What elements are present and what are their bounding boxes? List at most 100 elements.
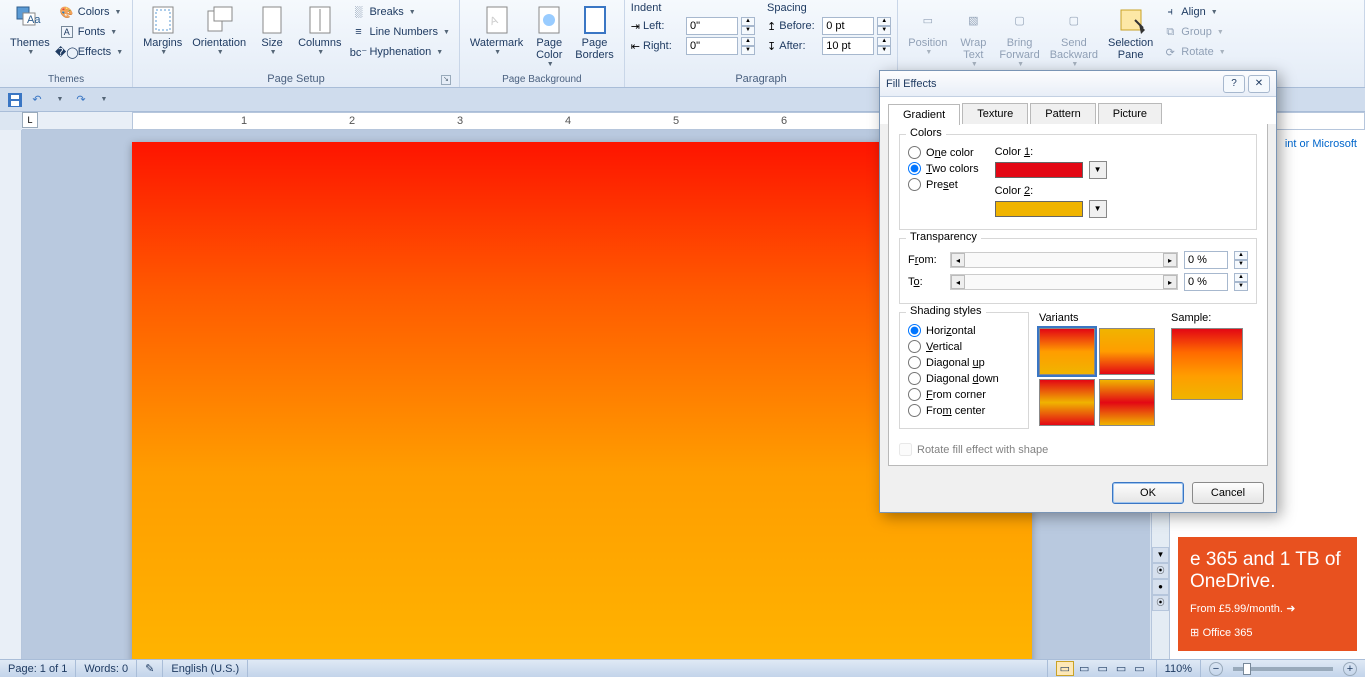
- browse-object-button[interactable]: ●: [1152, 579, 1169, 595]
- watermark-button[interactable]: AWatermark▼: [466, 2, 527, 58]
- dialog-titlebar[interactable]: Fill Effects ? ✕: [880, 71, 1276, 97]
- tab-gradient[interactable]: Gradient: [888, 104, 960, 125]
- color1-swatch[interactable]: [995, 162, 1083, 178]
- save-button[interactable]: [6, 91, 24, 109]
- effects-button[interactable]: �◯Effects▼: [56, 42, 126, 62]
- zoom-slider[interactable]: [1233, 667, 1333, 671]
- indent-left-input[interactable]: [686, 17, 738, 35]
- radio-from-corner[interactable]: From corner: [908, 388, 1020, 401]
- indent-left-icon: ⇥: [631, 20, 640, 33]
- themes-label: Themes: [10, 37, 50, 49]
- themes-icon: Aa: [14, 4, 46, 36]
- color1-dropdown[interactable]: ▼: [1089, 161, 1107, 179]
- status-words[interactable]: Words: 0: [76, 660, 137, 677]
- zoom-out-button[interactable]: −: [1209, 662, 1223, 676]
- radio-diag-up[interactable]: Diagonal up: [908, 356, 1020, 369]
- svg-text:Aa: Aa: [27, 14, 41, 26]
- status-page[interactable]: Page: 1 of 1: [0, 660, 76, 677]
- columns-button[interactable]: Columns▼: [294, 2, 345, 58]
- hyphenation-button[interactable]: bc⁻Hyphenation▼: [347, 42, 452, 62]
- margins-button[interactable]: Margins▼: [139, 2, 186, 58]
- tab-picture[interactable]: Picture: [1098, 103, 1162, 124]
- hyphenation-icon: bc⁻: [350, 44, 366, 60]
- undo-menu[interactable]: ▼: [50, 91, 68, 109]
- pagesetup-launcher[interactable]: ↘: [441, 75, 451, 85]
- color2-swatch[interactable]: [995, 201, 1083, 217]
- view-web-layout[interactable]: ▭: [1094, 662, 1110, 675]
- colors-icon: 🎨: [59, 4, 75, 20]
- redo-button[interactable]: ↷: [72, 91, 90, 109]
- variant-4[interactable]: [1099, 379, 1155, 426]
- spin-down[interactable]: ▼: [741, 26, 755, 35]
- svg-text:5: 5: [673, 115, 679, 127]
- group-title-pagesetup: Page Setup: [267, 73, 325, 85]
- close-button[interactable]: ✕: [1248, 75, 1270, 93]
- radio-diag-down[interactable]: Diagonal down: [908, 372, 1020, 385]
- status-proofing[interactable]: ✎: [137, 660, 163, 677]
- breaks-button[interactable]: ░Breaks▼: [347, 2, 452, 22]
- page-borders-icon: [579, 4, 611, 36]
- next-page-button[interactable]: ⦿: [1152, 595, 1169, 611]
- office-ad[interactable]: e 365 and 1 TB of OneDrive. From £5.99/m…: [1178, 537, 1357, 651]
- view-full-screen[interactable]: ▭: [1076, 662, 1092, 675]
- columns-icon: [304, 4, 336, 36]
- spacing-after-input[interactable]: [822, 37, 874, 55]
- align-button[interactable]: ⫞Align▼: [1159, 2, 1228, 22]
- size-button[interactable]: Size▼: [252, 2, 292, 58]
- tab-pattern[interactable]: Pattern: [1030, 103, 1095, 124]
- radio-preset[interactable]: Preset: [908, 178, 979, 191]
- ruler-vertical[interactable]: [0, 130, 22, 659]
- rotate-button: ⟳Rotate▼: [1159, 42, 1228, 62]
- fill-effects-dialog: Fill Effects ? ✕ Gradient Texture Patter…: [879, 70, 1277, 513]
- prev-page-button[interactable]: ⦿: [1152, 563, 1169, 579]
- fonts-button[interactable]: AFonts▼: [56, 22, 126, 42]
- from-input[interactable]: [1184, 251, 1228, 269]
- tab-texture[interactable]: Texture: [962, 103, 1028, 124]
- ok-button[interactable]: OK: [1112, 482, 1184, 504]
- variant-2[interactable]: [1099, 328, 1155, 375]
- from-slider[interactable]: ◂▸: [950, 252, 1178, 268]
- variant-3[interactable]: [1039, 379, 1095, 426]
- to-slider[interactable]: ◂▸: [950, 274, 1178, 290]
- radio-horizontal[interactable]: Horizontal: [908, 324, 1020, 337]
- page-borders-button[interactable]: Page Borders: [571, 2, 618, 63]
- page-color-button[interactable]: Page Color▼: [529, 2, 569, 70]
- help-button[interactable]: ?: [1223, 75, 1245, 93]
- orientation-button[interactable]: Orientation▼: [188, 2, 250, 58]
- colors-button[interactable]: 🎨Colors▼: [56, 2, 126, 22]
- zoom-level[interactable]: 110%: [1157, 660, 1201, 677]
- scroll-down[interactable]: ▼: [1152, 547, 1169, 563]
- group-icon: ⧉: [1162, 24, 1178, 40]
- group-paragraph: Indent ⇥Left:▲▼ ⇤Right:▲▼ Spacing ↥Befor…: [625, 0, 898, 87]
- view-draft[interactable]: ▭: [1131, 662, 1147, 675]
- side-link[interactable]: int or Microsoft: [1285, 138, 1357, 150]
- radio-from-center[interactable]: From center: [908, 404, 1020, 417]
- view-print-layout[interactable]: ▭: [1056, 661, 1074, 676]
- spacing-before-input[interactable]: [822, 17, 874, 35]
- tab-selector[interactable]: L: [22, 112, 38, 128]
- radio-two-colors[interactable]: Two colors: [908, 162, 979, 175]
- proofing-icon: ✎: [145, 662, 154, 675]
- qat-customize[interactable]: ▼: [94, 91, 112, 109]
- status-language[interactable]: English (U.S.): [163, 660, 248, 677]
- to-input[interactable]: [1184, 273, 1228, 291]
- position-button: ▭Position▼: [904, 2, 951, 58]
- cancel-button[interactable]: Cancel: [1192, 482, 1264, 504]
- indent-right-input[interactable]: [686, 37, 738, 55]
- spin-up[interactable]: ▲: [741, 17, 755, 26]
- align-icon: ⫞: [1162, 4, 1178, 20]
- svg-text:3: 3: [457, 115, 463, 127]
- send-backward-button: ▢Send Backward▼: [1046, 2, 1102, 70]
- zoom-in-button[interactable]: +: [1343, 662, 1357, 676]
- line-numbers-button[interactable]: ≡Line Numbers▼: [347, 22, 452, 42]
- radio-one-color[interactable]: One color: [908, 146, 979, 159]
- undo-button[interactable]: ↶: [28, 91, 46, 109]
- view-outline[interactable]: ▭: [1113, 662, 1129, 675]
- color2-dropdown[interactable]: ▼: [1089, 200, 1107, 218]
- zoom-thumb[interactable]: [1243, 663, 1251, 675]
- position-icon: ▭: [912, 4, 944, 36]
- radio-vertical[interactable]: Vertical: [908, 340, 1020, 353]
- variant-1[interactable]: [1039, 328, 1095, 375]
- themes-button[interactable]: Aa Themes ▼: [6, 2, 54, 58]
- selection-pane-button[interactable]: Selection Pane: [1104, 2, 1157, 63]
